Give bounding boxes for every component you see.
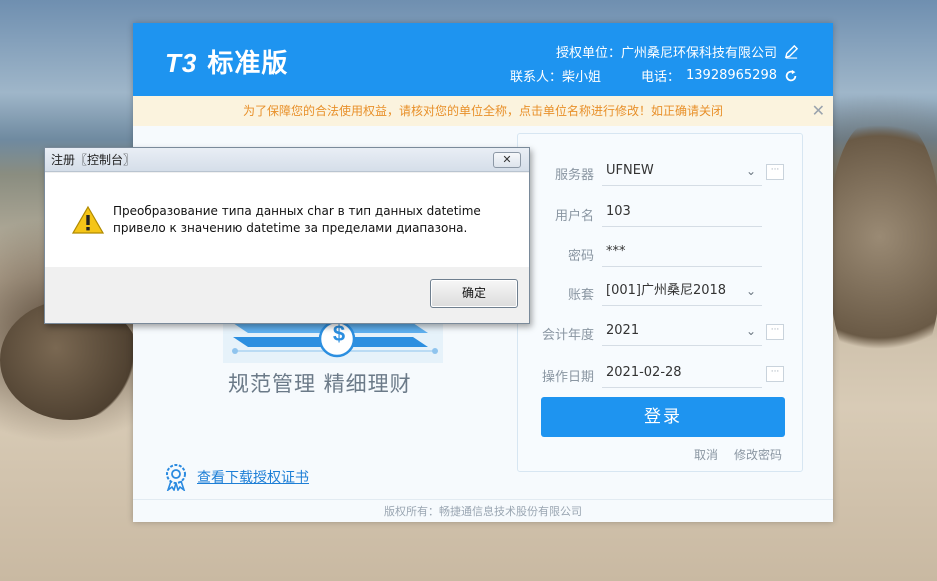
date-more-button[interactable]: ··· xyxy=(766,366,784,382)
fiscal-year-select[interactable]: 2021 ⌄ xyxy=(602,316,762,346)
certificate-badge-icon xyxy=(166,464,186,491)
year-more-button[interactable]: ··· xyxy=(766,324,784,340)
notice-bar: 为了保障您的合法使用权益，请核对您的单位全称，点击单位名称进行修改！如正确请关闭… xyxy=(133,96,833,126)
slogan: 规范管理 精细理财 xyxy=(228,372,412,396)
login-sub-links: 取消 修改密码 xyxy=(694,446,782,463)
password-row: 密码 *** xyxy=(518,237,804,267)
operation-date-value: 2021-02-28 xyxy=(606,365,682,380)
chevron-down-icon[interactable]: ⌄ xyxy=(746,156,756,186)
error-dialog: 注册〖控制台〗 ✕ Преобразование типа данных cha… xyxy=(44,147,530,324)
dialog-titlebar[interactable]: 注册〖控制台〗 ✕ xyxy=(45,148,529,172)
brand-t3: T3 xyxy=(165,48,198,78)
login-panel: 服务器 UFNEW ⌄ ··· 用户名 103 密码 *** 账套 [001]广… xyxy=(517,133,803,472)
contact-person: 联系人：柴小姐 xyxy=(509,70,601,85)
certificate-link-text[interactable]: 查看下载授权证书 xyxy=(197,467,309,487)
dialog-close-button[interactable]: ✕ xyxy=(493,152,521,168)
server-label: 服务器 xyxy=(554,168,594,183)
footer-copyright: 版权所有：畅捷通信息技术股份有限公司 xyxy=(133,499,833,522)
licensed-unit-text[interactable]: 授权单位：广州桑尼环保科技有限公司 xyxy=(556,42,777,61)
account-row: 账套 [001]广州桑尼2018 ⌄ xyxy=(518,276,804,306)
user-row: 用户名 103 xyxy=(518,197,804,227)
chevron-down-icon[interactable]: ⌄ xyxy=(746,276,756,306)
cancel-link[interactable]: 取消 xyxy=(694,446,718,463)
change-password-link[interactable]: 修改密码 xyxy=(734,446,782,463)
password-input[interactable]: *** xyxy=(602,237,762,267)
operation-date-input[interactable]: 2021-02-28 xyxy=(602,358,762,388)
product-logo: T3 标准版 xyxy=(165,43,288,80)
server-value: UFNEW xyxy=(606,163,654,178)
username-input[interactable]: 103 xyxy=(602,197,762,227)
edit-icon[interactable] xyxy=(783,44,799,60)
year-row: 会计年度 2021 ⌄ ··· xyxy=(518,316,804,346)
notice-text: 为了保障您的合法使用权益，请核对您的单位全称，点击单位名称进行修改！如正确请关闭 xyxy=(242,104,723,118)
username-value: 103 xyxy=(606,204,631,219)
account-value: [001]广州桑尼2018 xyxy=(606,283,727,298)
login-button[interactable]: 登录 xyxy=(541,397,785,437)
username-label: 用户名 xyxy=(554,209,594,224)
date-row: 操作日期 2021-02-28 ··· xyxy=(518,358,804,388)
header-bar: T3 标准版 授权单位：广州桑尼环保科技有限公司 联系人：柴小姐 电话： 1392… xyxy=(133,23,833,96)
dialog-message: Преобразование типа данных char в тип да… xyxy=(113,204,481,235)
fiscal-year-label: 会计年度 xyxy=(541,328,594,343)
phone-number: 13928965298 xyxy=(686,68,777,83)
chevron-down-icon[interactable]: ⌄ xyxy=(746,316,756,346)
background-rock xyxy=(830,120,937,380)
refresh-icon[interactable] xyxy=(783,68,799,84)
notice-close-icon[interactable]: ✕ xyxy=(812,96,825,126)
account-label: 账套 xyxy=(567,288,594,303)
password-label: 密码 xyxy=(567,249,594,264)
server-select[interactable]: UFNEW ⌄ xyxy=(602,156,762,186)
contact-info: 联系人：柴小姐 电话： 13928965298 xyxy=(510,66,799,85)
warning-icon xyxy=(72,205,104,234)
operation-date-label: 操作日期 xyxy=(541,370,594,385)
password-value: *** xyxy=(606,244,626,259)
account-select[interactable]: [001]广州桑尼2018 ⌄ xyxy=(602,276,762,306)
phone-label: 电话： xyxy=(641,70,681,85)
dialog-title: 注册〖控制台〗 xyxy=(51,153,136,167)
ok-button[interactable]: 确定 xyxy=(430,279,518,308)
server-more-button[interactable]: ··· xyxy=(766,164,784,180)
brand-name: 标准版 xyxy=(207,48,289,78)
dollar-icon: $ xyxy=(332,321,346,346)
fiscal-year-value: 2021 xyxy=(606,323,640,338)
download-certificate-link[interactable]: 查看下载授权证书 xyxy=(163,463,309,491)
licensed-unit[interactable]: 授权单位：广州桑尼环保科技有限公司 xyxy=(556,42,799,61)
dialog-body: Преобразование типа данных char в тип да… xyxy=(45,173,529,267)
server-row: 服务器 UFNEW ⌄ ··· xyxy=(518,156,804,186)
